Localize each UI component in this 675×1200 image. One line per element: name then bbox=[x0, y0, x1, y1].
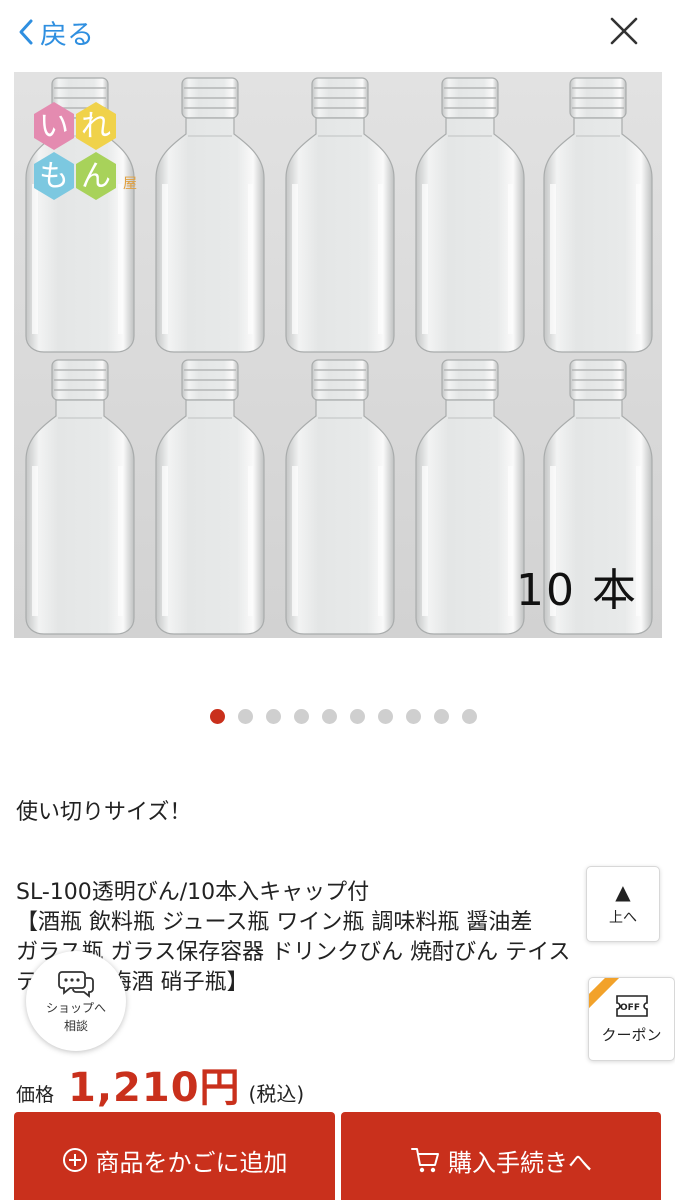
tax-label: (税込) bbox=[248, 1082, 305, 1106]
quantity-overlay: 10 本 bbox=[516, 565, 638, 616]
coupon-button[interactable]: OFF クーポン bbox=[588, 977, 675, 1061]
add-to-cart-button[interactable]: 商品をかごに追加 bbox=[14, 1112, 335, 1200]
pagination-dot-active[interactable] bbox=[210, 709, 225, 724]
pagination-dot[interactable] bbox=[322, 709, 337, 724]
price-row: 価格 1,210円 (税込) bbox=[16, 1055, 305, 1111]
chat-bubble-icon bbox=[58, 971, 94, 998]
pagination-dot[interactable] bbox=[378, 709, 393, 724]
coupon-icon-text: OFF bbox=[620, 1003, 640, 1013]
logo-char-2: れ bbox=[81, 109, 111, 144]
plus-circle-icon bbox=[62, 1148, 87, 1172]
coupon-icon: OFF bbox=[615, 994, 648, 1017]
price-value: 1,210円 bbox=[68, 1065, 241, 1111]
coupon-label: クーポン bbox=[601, 1025, 662, 1044]
shop-chat-label-2: 相談 bbox=[63, 1019, 88, 1033]
logo-char-5: 屋 bbox=[123, 176, 137, 192]
chevron-left-icon bbox=[19, 19, 33, 45]
pagination-dot[interactable] bbox=[350, 709, 365, 724]
title-line: 【酒瓶 飲料瓶 ジュース瓶 ワイン瓶 調味料瓶 醤油差 bbox=[16, 910, 533, 935]
shop-chat-label-1: ショップへ bbox=[45, 1001, 106, 1015]
title-line: ガラス瓶 ガラス保存容器 ドリンクびん 焼酎びん テイス bbox=[16, 940, 571, 965]
logo-char-4: ん bbox=[81, 159, 111, 194]
scroll-top-button[interactable]: ▲ 上へ bbox=[586, 866, 660, 942]
product-image-gallery[interactable]: い れ も ん 屋 10 本 bbox=[14, 72, 662, 638]
pagination-dot[interactable] bbox=[294, 709, 309, 724]
image-pagination bbox=[0, 709, 675, 725]
pagination-dot[interactable] bbox=[238, 709, 253, 724]
pagination-dot[interactable] bbox=[434, 709, 449, 724]
price-label: 価格 bbox=[16, 1084, 55, 1106]
pagination-dot[interactable] bbox=[266, 709, 281, 724]
checkout-label: 購入手続きへ bbox=[448, 1148, 592, 1177]
pagination-dot[interactable] bbox=[462, 709, 477, 724]
pagination-dot[interactable] bbox=[406, 709, 421, 724]
logo-char-3: も bbox=[39, 159, 69, 194]
checkout-button[interactable]: 購入手続きへ bbox=[341, 1112, 661, 1200]
product-page: 戻る い れ も ん 屋 10 本 使い切りサイズ！ SL-100透明びん/10… bbox=[0, 0, 675, 1200]
close-icon[interactable] bbox=[609, 16, 639, 46]
shop-logo: い れ も ん 屋 bbox=[34, 102, 137, 200]
cart-icon bbox=[411, 1148, 439, 1173]
scroll-top-label: 上へ bbox=[609, 910, 637, 926]
catch-copy: 使い切りサイズ！ bbox=[16, 800, 192, 825]
back-button[interactable]: 戻る bbox=[18, 12, 94, 52]
logo-char-1: い bbox=[39, 109, 69, 144]
back-label: 戻る bbox=[40, 19, 94, 51]
triangle-up-icon: ▲ bbox=[615, 880, 631, 904]
title-line: SL-100透明びん/10本入キャップ付 bbox=[16, 880, 370, 905]
header: 戻る bbox=[0, 0, 675, 66]
add-to-cart-label: 商品をかごに追加 bbox=[95, 1148, 288, 1177]
shop-chat-button[interactable]: ショップへ 相談 bbox=[26, 951, 126, 1051]
